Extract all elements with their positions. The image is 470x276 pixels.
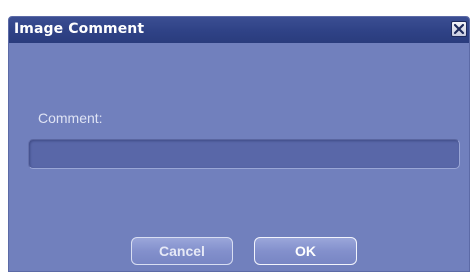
dialog-title: Image Comment <box>14 21 145 37</box>
ok-button[interactable]: OK <box>254 237 357 265</box>
dialog-titlebar[interactable]: Image Comment <box>9 17 469 43</box>
close-button[interactable] <box>451 21 467 37</box>
image-comment-dialog: Image Comment Comment: Cancel OK <box>8 16 470 272</box>
comment-label: Comment: <box>38 110 103 126</box>
close-icon <box>452 22 466 36</box>
comment-input[interactable] <box>28 139 460 169</box>
cancel-button[interactable]: Cancel <box>131 237 233 265</box>
